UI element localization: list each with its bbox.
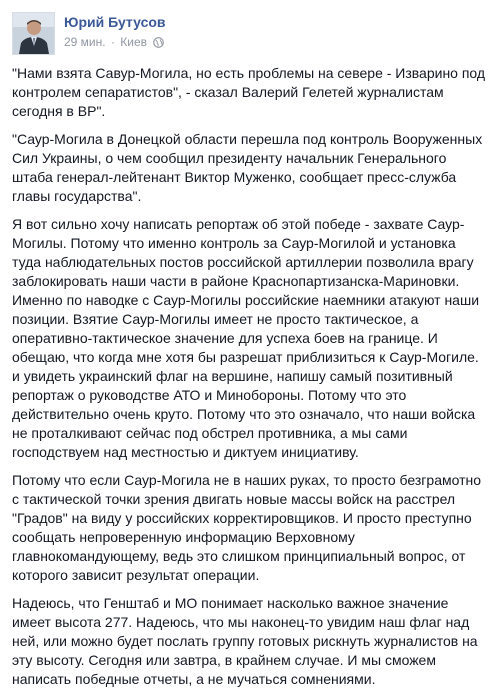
post-paragraph-3: Я вот сильно хочу написать репортаж об э… (12, 216, 480, 460)
post-paragraph-4: Потому что если Саур-Могила не в наших р… (12, 472, 482, 583)
facebook-post: Юрий Бутусов 29 мин. · Киев "Нами взята … (0, 0, 500, 687)
post-body: "Нами взята Савур-Могила, но есть пробле… (12, 64, 488, 698)
post-paragraph-1: "Нами взята Савур-Могила, но есть пробле… (12, 65, 486, 119)
post-header: Юрий Бутусов 29 мин. · Киев (12, 12, 488, 57)
post-location[interactable]: Киев (120, 35, 147, 49)
post-timestamp[interactable]: 29 мин. (64, 35, 106, 49)
author-avatar[interactable] (12, 12, 55, 55)
profile-photo-icon (13, 13, 54, 54)
post-meta: 29 мин. · Киев (64, 34, 165, 52)
author-name[interactable]: Юрий Бутусов (64, 13, 166, 31)
post-paragraph-2: "Саур-Могила в Донецкой области перешла … (12, 131, 483, 204)
meta-separator: · (110, 35, 115, 49)
post-paragraph-5: Надеюсь, что Генштаб и МО понимает наско… (12, 595, 478, 687)
globe-icon[interactable] (153, 36, 165, 52)
